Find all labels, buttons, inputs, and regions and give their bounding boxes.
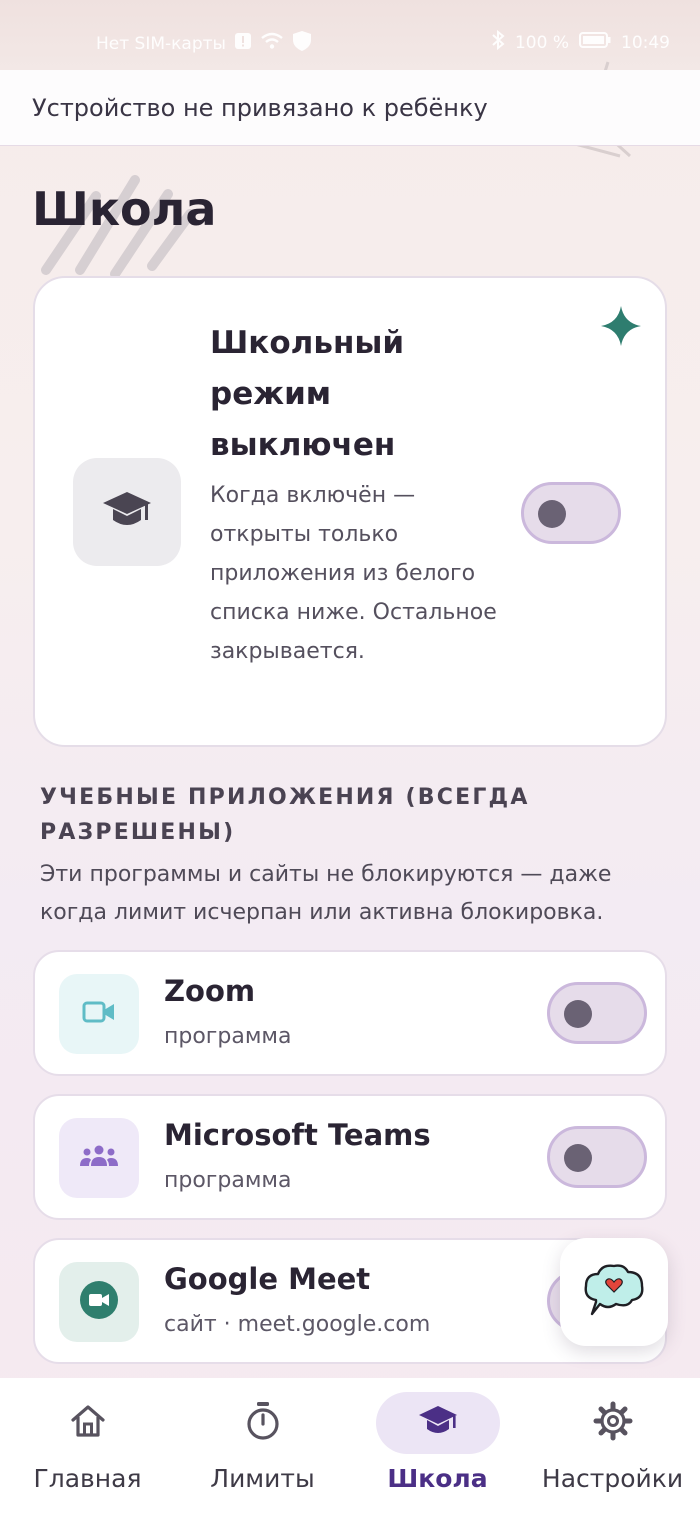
toggle-knob: [564, 1144, 592, 1172]
home-icon: [69, 1403, 107, 1443]
school-mode-toggle[interactable]: [521, 482, 621, 544]
nav-label: Настройки: [541, 1464, 684, 1493]
school-mode-icon-box: [73, 458, 181, 566]
nav-icon-container: [201, 1392, 325, 1454]
nav-item-settings[interactable]: Настройки: [525, 1378, 700, 1517]
meet-app-icon-box: [59, 1262, 139, 1342]
nav-label: Лимиты: [210, 1464, 315, 1493]
school-mode-description: Когда включён — открыты только приложени…: [210, 483, 497, 664]
zoom-toggle[interactable]: [547, 982, 647, 1044]
school-mode-card: Школьный режим выключен Когда включён — …: [33, 276, 667, 747]
nav-label: Школа: [387, 1464, 488, 1493]
battery-icon: [579, 31, 611, 54]
stopwatch-icon: [245, 1401, 281, 1445]
carrier-text: Нет SIM-карты: [96, 33, 226, 54]
app-name: Microsoft Teams: [164, 1118, 431, 1152]
app-name: Google Meet: [164, 1262, 371, 1296]
nav-label: Главная: [33, 1464, 142, 1493]
battery-percent: 100 %: [514, 32, 569, 53]
graduation-cap-icon: [101, 488, 153, 536]
nav-icon-container: [26, 1392, 150, 1454]
video-camera-icon: [82, 1000, 116, 1028]
status-left: Нет SIM-карты: [96, 30, 312, 57]
section-description: Эти программы и сайты не блокируются — д…: [40, 862, 612, 925]
sparkle-icon: [599, 304, 643, 352]
nav-icon-container: [551, 1392, 675, 1454]
bottom-navigation: Главная Лимиты Школа Настройки: [0, 1378, 700, 1517]
notification-icon: [234, 32, 252, 55]
nav-item-school[interactable]: Школа: [350, 1378, 525, 1517]
gear-icon: [593, 1401, 633, 1445]
shield-icon: [292, 30, 312, 57]
wifi-icon: [260, 32, 284, 55]
status-right: 100 % 10:49: [491, 29, 670, 55]
graduation-cap-icon: [417, 1404, 459, 1442]
clock-text: 10:49: [621, 32, 670, 53]
app-name: Zoom: [164, 974, 256, 1008]
section-title: УЧЕБНЫЕ ПРИЛОЖЕНИЯ (ВСЕГДА РАЗРЕШЕНЫ): [40, 785, 530, 845]
school-mode-title: Школьный режим выключен: [210, 325, 405, 463]
support-chat-button[interactable]: [560, 1238, 668, 1346]
page-title: Школа: [32, 182, 217, 236]
zoom-app-icon-box: [59, 974, 139, 1054]
toggle-knob: [538, 500, 566, 528]
nav-icon-container: [375, 1392, 500, 1454]
nav-item-home[interactable]: Главная: [0, 1378, 175, 1517]
banner-text: Устройство не привязано к ребёнку: [32, 93, 488, 122]
app-type: сайт · meet.google.com: [164, 1312, 431, 1337]
toggle-knob: [564, 1000, 592, 1028]
video-call-icon: [77, 1278, 121, 1326]
teams-app-icon-box: [59, 1118, 139, 1198]
app-card-microsoft-teams[interactable]: Microsoft Teams программа: [33, 1094, 667, 1220]
app-type: программа: [164, 1168, 292, 1193]
nav-item-limits[interactable]: Лимиты: [175, 1378, 350, 1517]
device-not-linked-banner: Устройство не привязано к ребёнку: [0, 70, 700, 146]
teams-toggle[interactable]: [547, 1126, 647, 1188]
app-type: программа: [164, 1024, 292, 1049]
bluetooth-icon: [491, 29, 505, 55]
app-card-zoom[interactable]: Zoom программа: [33, 950, 667, 1076]
chat-bubble-heart-icon: [582, 1262, 646, 1322]
people-group-icon: [79, 1144, 119, 1172]
